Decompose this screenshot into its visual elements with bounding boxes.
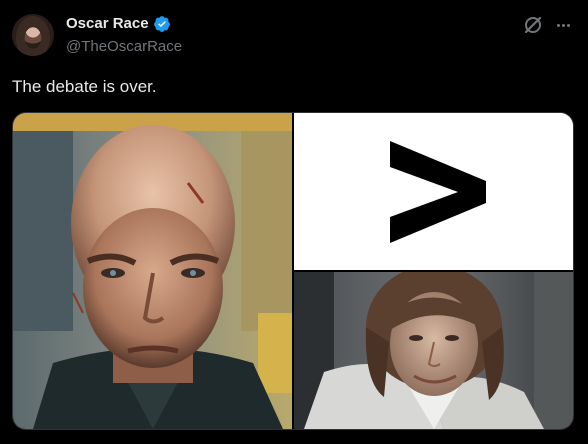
more-icon[interactable] [552, 14, 574, 36]
author-name-row: Oscar Race [66, 15, 171, 33]
tweet-text: The debate is over. [12, 77, 157, 96]
bald-man-photo[interactable] [13, 113, 292, 429]
media-grid [12, 112, 574, 430]
author-handle[interactable]: @TheOscarRace [66, 38, 182, 56]
author-display-name[interactable]: Oscar Race [66, 15, 149, 33]
avatar[interactable] [12, 14, 54, 56]
tweet: Oscar Race @TheOscarRace The debate is o… [0, 0, 588, 444]
verified-badge-icon [153, 15, 171, 33]
greater-than-symbol-image[interactable] [294, 113, 573, 270]
long-haired-man-photo[interactable] [294, 272, 573, 429]
grok-icon[interactable] [522, 14, 544, 36]
